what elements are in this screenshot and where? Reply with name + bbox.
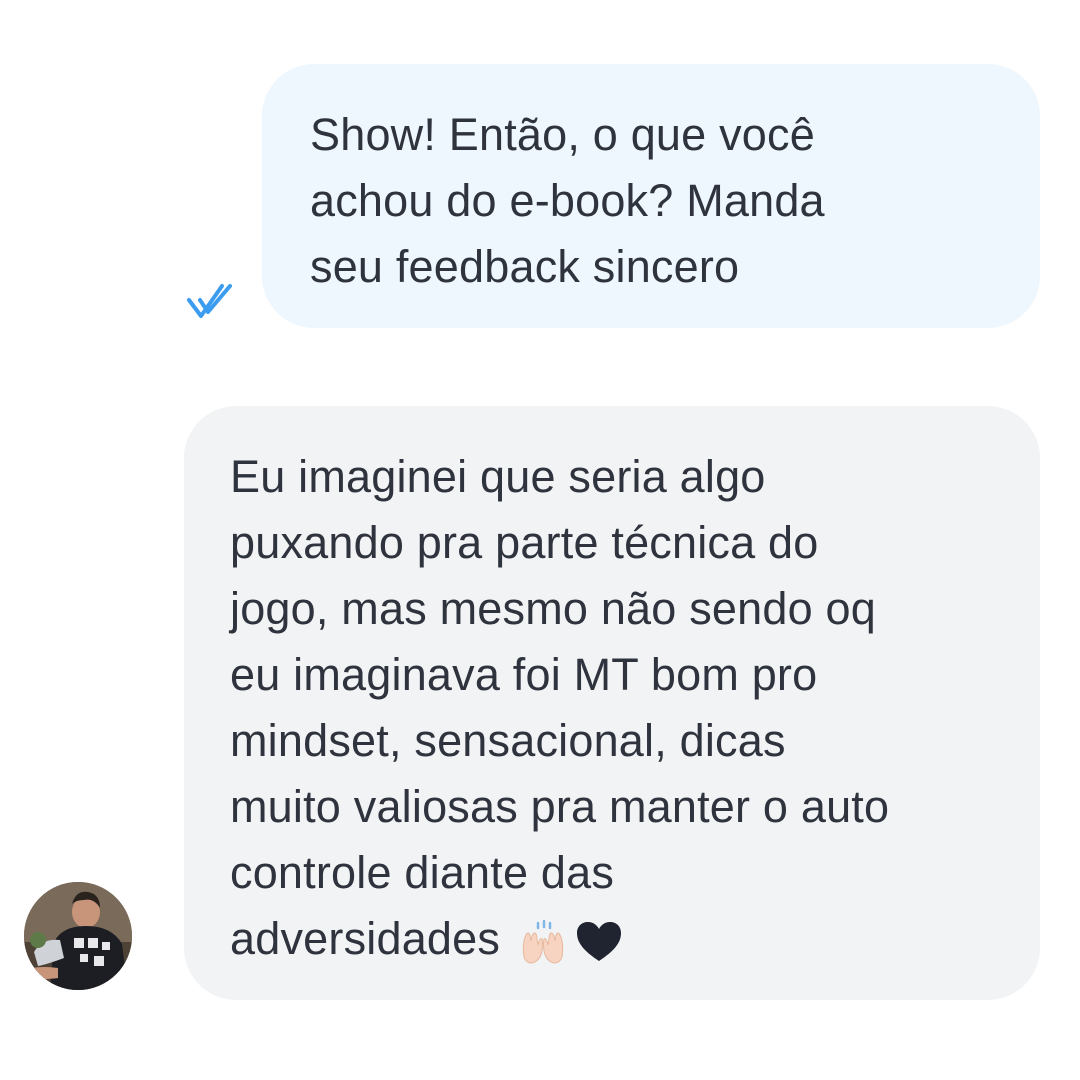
black-heart-icon bbox=[577, 922, 622, 962]
raising-hands-icon bbox=[522, 919, 564, 964]
chat-thread: Show! Então, o que você achou do e-book?… bbox=[0, 0, 1080, 1080]
outgoing-message-text: Show! Então, o que você achou do e-book?… bbox=[310, 109, 825, 292]
incoming-message-text: Eu imaginei que seria algo puxando pra p… bbox=[230, 444, 1010, 972]
user-avatar[interactable] bbox=[24, 882, 132, 990]
incoming-message-body: Eu imaginei que seria algo puxando pra p… bbox=[230, 451, 890, 964]
double-check-icon bbox=[187, 284, 232, 318]
emoji-group bbox=[518, 919, 624, 965]
incoming-message-bubble[interactable]: Eu imaginei que seria algo puxando pra p… bbox=[184, 406, 1040, 1000]
avatar-image bbox=[24, 882, 132, 990]
outgoing-message-bubble[interactable]: Show! Então, o que você achou do e-book?… bbox=[262, 64, 1040, 328]
